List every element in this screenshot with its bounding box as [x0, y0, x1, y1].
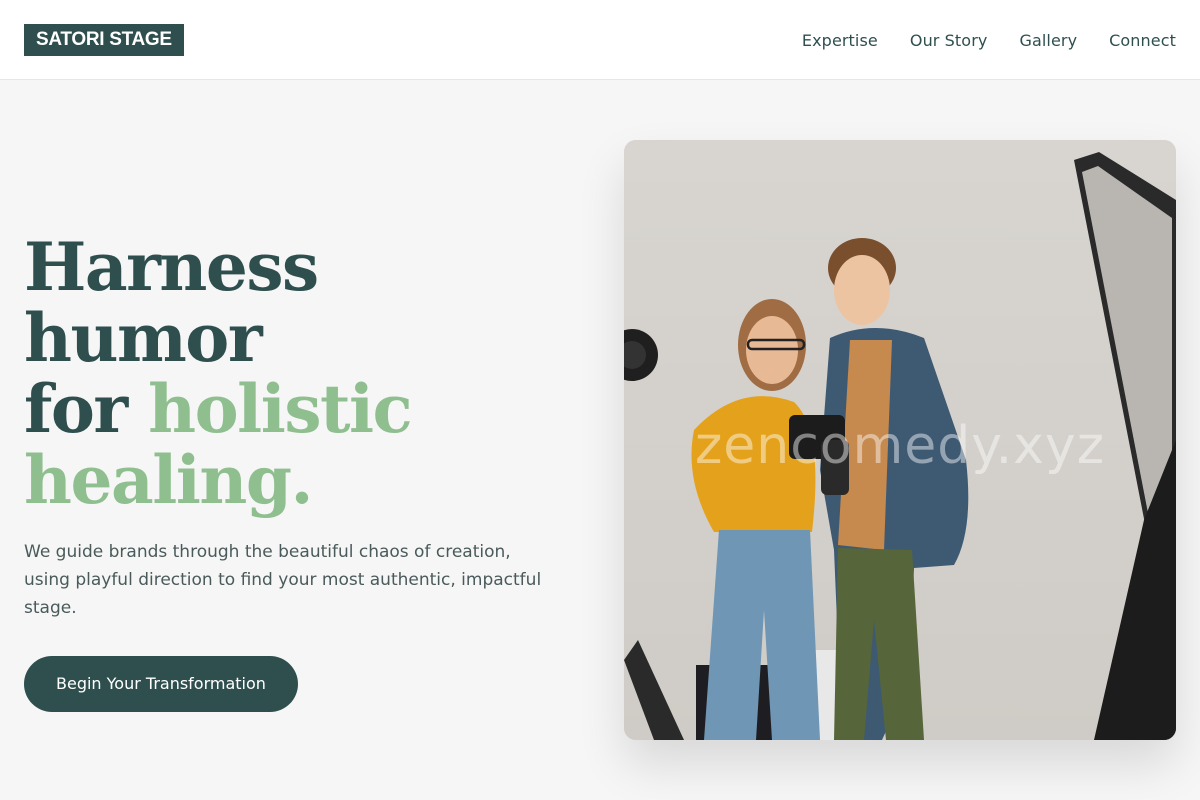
hero-subtext: We guide brands through the beautiful ch… [24, 542, 542, 618]
site-header: SATORI STAGE Expertise Our Story Gallery… [0, 0, 1200, 80]
nav-our-story[interactable]: Our Story [910, 31, 988, 50]
headline-line1: Harness humor [24, 228, 319, 377]
headline-for: for [24, 370, 149, 448]
nav-gallery[interactable]: Gallery [1019, 31, 1077, 50]
hero-photo: zencomedy.xyz [624, 140, 1176, 740]
hero-headline: Harness humor for holistic healing. [24, 232, 564, 516]
main-nav: Expertise Our Story Gallery Connect [802, 0, 1176, 80]
nav-connect[interactable]: Connect [1109, 31, 1176, 50]
begin-transformation-button[interactable]: Begin Your Transformation [24, 656, 298, 712]
logo[interactable]: SATORI STAGE [24, 24, 184, 56]
nav-expertise[interactable]: Expertise [802, 31, 878, 50]
hero-text: Harness humor for holistic healing. We g… [24, 232, 564, 712]
image-watermark: zencomedy.xyz [694, 416, 1106, 476]
